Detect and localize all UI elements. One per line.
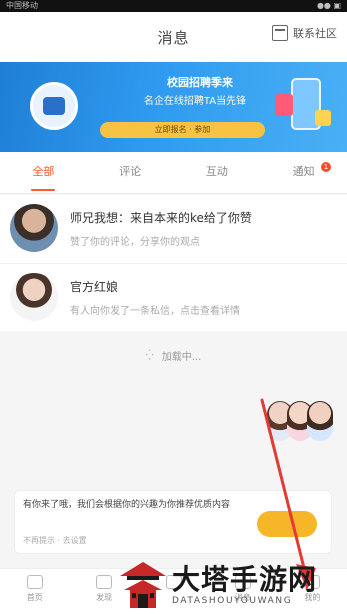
banner-cta-button[interactable]: 立即报名 · 参加 xyxy=(100,122,265,138)
banner-badge-icon xyxy=(30,82,78,130)
list-item[interactable]: 师兄我想：来自本来的ke给了你赞 赞了你的评论，分享你的观点 xyxy=(0,195,347,263)
tab-notifications[interactable]: 通知 1 xyxy=(260,152,347,193)
watermark-title: 大塔手游网 xyxy=(172,562,318,596)
loading-label: 加载中... xyxy=(161,352,202,363)
banner-subline: 名企在线招聘TA当先锋 xyxy=(143,96,247,107)
carrier-label: 中国移动 xyxy=(6,1,38,10)
avatar[interactable] xyxy=(10,273,58,321)
status-bar: 中国移动 ●● ▣ xyxy=(0,0,347,12)
contact-community-button[interactable]: 联系社区 xyxy=(272,25,337,41)
message-preview: 有人向你发了一条私信，点击查看详情 xyxy=(70,306,240,317)
top-header: 消息 联系社区 xyxy=(0,12,347,62)
list-item[interactable]: 官方红娘 有人向你发了一条私信，点击查看详情 xyxy=(0,263,347,331)
discover-icon xyxy=(96,575,113,589)
banner-illustration-icon xyxy=(275,74,333,138)
status-icons: ●● ▣ xyxy=(316,1,341,10)
banner-headline: 校园招聘季来 xyxy=(167,76,233,89)
tab-all[interactable]: 全部 xyxy=(0,152,87,193)
pagoda-logo-icon xyxy=(120,561,166,608)
avatar[interactable] xyxy=(10,204,58,252)
watermark-subtitle: DATASHOUYOUWANG xyxy=(172,595,293,606)
page-title: 消息 xyxy=(157,28,190,47)
loading-indicator: ⁛ 加载中... xyxy=(0,348,347,363)
unread-badge: 1 xyxy=(321,162,331,172)
message-preview: 赞了你的评论，分享你的观点 xyxy=(70,237,200,248)
tab-comments[interactable]: 评论 xyxy=(87,152,174,193)
calendar-icon xyxy=(272,25,288,41)
site-watermark: 大塔手游网 DATASHOUYOUWANG xyxy=(118,555,344,614)
spinner-icon: ⁛ xyxy=(145,350,154,361)
notice-subtext[interactable]: 不再提示 · 去设置 xyxy=(23,535,87,546)
message-tabs: 全部 评论 互动 通知 1 xyxy=(0,152,347,194)
tab-interactions[interactable]: 互动 xyxy=(174,152,261,193)
notice-text: 有你来了哦，我们会根据你的兴趣为你推荐优质内容 xyxy=(23,500,231,510)
message-title: 师兄我想：来自本来的ke给了你赞 xyxy=(70,211,252,225)
messages-screen: 中国移动 ●● ▣ 消息 联系社区 校园招聘季来 名企在线招聘TA当先锋 立即报… xyxy=(0,0,347,614)
nav-item-home[interactable]: 首页 xyxy=(0,569,69,614)
home-icon xyxy=(26,575,43,589)
message-title: 官方红娘 xyxy=(70,280,119,294)
contact-community-label: 联系社区 xyxy=(293,27,337,40)
promo-banner[interactable]: 校园招聘季来 名企在线招聘TA当先锋 立即报名 · 参加 xyxy=(0,62,347,152)
